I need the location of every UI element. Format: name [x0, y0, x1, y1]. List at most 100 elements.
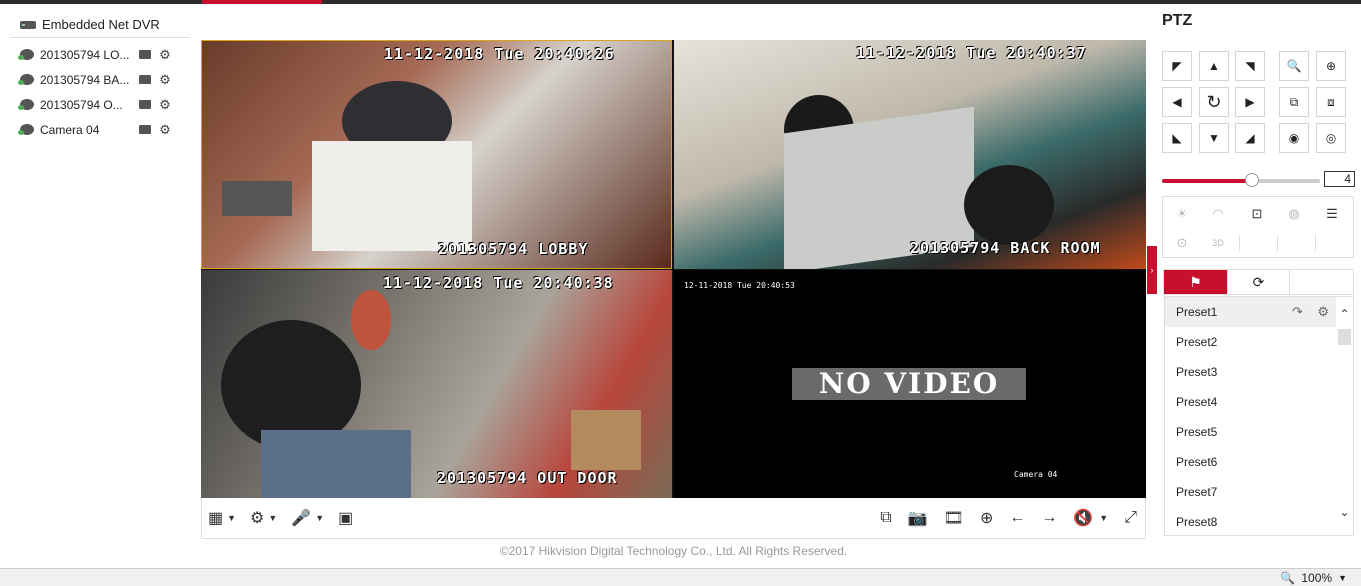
zoom-icon: 🔍 — [1280, 571, 1296, 585]
arrow-up-left-icon: ◤ — [1172, 59, 1182, 73]
zoom-control[interactable]: 🔍 100% ▼ — [1280, 571, 1347, 585]
iris-open-button[interactable]: ◉ — [1279, 123, 1309, 153]
manual-tracking-icon[interactable]: ⊙ — [1163, 228, 1201, 258]
osd-timestamp: 11-12-2018 Tue 20:40:38 — [383, 274, 614, 292]
wiper-icon[interactable]: ◠ — [1199, 199, 1237, 229]
ptz-speed-value: 4 — [1324, 171, 1355, 187]
chevron-down-icon[interactable]: ▼ — [315, 513, 324, 523]
menu-icon[interactable]: ☰ — [1313, 199, 1351, 229]
ptz-down-left-button[interactable]: ◣ — [1162, 123, 1192, 153]
ptz-up-left-button[interactable]: ◤ — [1162, 51, 1192, 81]
preset-item[interactable]: Preset8 — [1165, 507, 1337, 535]
record-icon[interactable] — [138, 124, 152, 136]
preset-item[interactable]: Preset1 ↷ ⚙ — [1165, 297, 1337, 327]
3d-zoom-icon[interactable]: 3D — [1199, 228, 1237, 258]
camera-label: Camera 04 — [40, 122, 100, 137]
tab-preset[interactable]: ⚑ — [1164, 270, 1227, 294]
preset-item[interactable]: Preset4 — [1165, 387, 1337, 417]
ptz-right-button[interactable]: ▶ — [1235, 87, 1265, 117]
ptz-control-icon[interactable]: ⚙ — [250, 507, 264, 529]
camera-item-1[interactable]: 201305794 LO... ⚙ — [10, 42, 190, 67]
no-video-label: NO VIDEO — [792, 368, 1026, 400]
video-tile-lobby[interactable]: 11-12-2018 Tue 20:40:26 201305794 LOBBY — [201, 40, 672, 269]
preset-item[interactable]: Preset3 — [1165, 357, 1337, 387]
zoom-in-icon: ⊕ — [1325, 59, 1337, 73]
camera-label: 201305794 LO... — [40, 47, 130, 62]
ptz-icon[interactable]: ⚙ — [158, 47, 172, 62]
osd-camera-name: 201305794 OUT DOOR — [437, 469, 618, 487]
light-icon[interactable]: ☀ — [1163, 199, 1201, 229]
preset-label: Preset7 — [1176, 485, 1218, 499]
arrow-left-icon: ◀ — [1172, 95, 1182, 109]
camera-item-4[interactable]: Camera 04 ⚙ — [10, 117, 190, 142]
record-icon[interactable] — [138, 49, 152, 61]
video-tile-camera-04[interactable]: 12-11-2018 Tue 20:40:53 NO VIDEO Camera … — [674, 270, 1146, 498]
picture-in-picture-icon[interactable]: ▣ — [338, 507, 353, 529]
window-layout-icon[interactable]: ▦ — [208, 507, 223, 529]
ptz-up-button[interactable]: ▲ — [1199, 51, 1229, 81]
chevron-down-icon[interactable]: ▼ — [1099, 513, 1108, 523]
tab-pattern[interactable] — [1290, 270, 1353, 294]
preset-label: Preset3 — [1176, 365, 1218, 379]
preset-list: Preset1 ↷ ⚙ Preset2 Preset3 Preset4 Pres… — [1164, 296, 1354, 536]
zoom-in-button[interactable]: ⊕ — [1316, 51, 1346, 81]
zoom-out-button[interactable]: 🔍 — [1279, 51, 1309, 81]
slider-handle[interactable] — [1245, 173, 1260, 187]
camera-item-3[interactable]: 201305794 O... ⚙ — [10, 92, 190, 117]
ptz-down-right-button[interactable]: ◢ — [1235, 123, 1265, 153]
video-tile-out-door[interactable]: 11-12-2018 Tue 20:40:38 201305794 OUT DO… — [201, 270, 672, 498]
lens-initialize-icon[interactable]: ◍ — [1275, 199, 1313, 229]
mute-icon[interactable]: 🔇 — [1073, 507, 1093, 529]
dvr-device-shape — [222, 181, 292, 216]
preset-item[interactable]: Preset2 — [1165, 327, 1337, 357]
previous-page-icon[interactable]: ← — [1009, 507, 1025, 529]
ptz-up-right-button[interactable]: ◥ — [1235, 51, 1265, 81]
one-touch-focus-icon[interactable]: ⊡ — [1238, 199, 1276, 229]
chevron-down-icon[interactable]: ▼ — [1338, 573, 1347, 583]
call-preset-icon[interactable]: ↷ — [1292, 304, 1303, 319]
tab-patrol[interactable]: ⟳ — [1227, 270, 1290, 294]
record-icon[interactable] — [138, 99, 152, 111]
stop-all-icon[interactable]: ⧉ — [880, 507, 891, 529]
focus-near-button[interactable]: ⧉ — [1279, 87, 1309, 117]
chevron-down-icon[interactable]: ⌄ — [1338, 505, 1351, 519]
slider-fill — [1162, 179, 1253, 183]
ptz-icon[interactable]: ⚙ — [158, 97, 172, 112]
ptz-left-button[interactable]: ◀ — [1162, 87, 1192, 117]
chevron-down-icon[interactable]: ▼ — [227, 513, 236, 523]
gear-icon[interactable]: ⚙ — [1317, 304, 1329, 319]
tree-root-dvr[interactable]: Embedded Net DVR — [10, 12, 190, 38]
collapse-panel-handle[interactable]: › — [1147, 246, 1157, 294]
microphone-icon[interactable]: 🎤 — [291, 507, 311, 529]
patrol-icon: ⟳ — [1252, 273, 1265, 290]
camera-item-2[interactable]: 201305794 BA... ⚙ — [10, 67, 190, 92]
iris-close-icon: ◎ — [1325, 131, 1337, 145]
ptz-speed-slider[interactable] — [1162, 173, 1320, 187]
ptz-icon[interactable]: ⚙ — [158, 72, 172, 87]
ptz-icon[interactable]: ⚙ — [158, 122, 172, 137]
record-icon[interactable]: 🎞 — [944, 507, 964, 529]
video-tile-back-room[interactable]: 11-12-2018 Tue 20:40:37 201305794 BACK R… — [674, 40, 1146, 269]
focus-far-button[interactable]: ⧈ — [1316, 87, 1346, 117]
capture-icon[interactable]: 📷 — [908, 507, 928, 529]
digital-zoom-icon[interactable]: ⊕ — [980, 507, 993, 529]
chevron-up-icon[interactable]: ⌃ — [1338, 307, 1351, 321]
camera-icon — [18, 74, 34, 85]
osd-timestamp: 11-12-2018 Tue 20:40:37 — [856, 44, 1087, 62]
fullscreen-icon[interactable]: ⤢ — [1124, 507, 1137, 529]
preset-scrollbar[interactable]: ⌃ ⌄ — [1336, 297, 1353, 535]
ptz-auto-button[interactable]: ↻ — [1199, 87, 1229, 117]
record-icon[interactable] — [138, 74, 152, 86]
preset-item[interactable]: Preset5 — [1165, 417, 1337, 447]
chevron-down-icon[interactable]: ▼ — [268, 513, 277, 523]
live-view-toolbar: ▦ ▼ ⚙ ▼ 🎤 ▼ ▣ ⧉ 📷 🎞 ⊕ ← → 🔇 ▼ ⤢ — [201, 498, 1146, 539]
next-page-icon[interactable]: → — [1041, 507, 1057, 529]
preset-item[interactable]: Preset7 — [1165, 477, 1337, 507]
preset-item[interactable]: Preset6 — [1165, 447, 1337, 477]
scrollbar-thumb[interactable] — [1338, 329, 1351, 345]
iris-close-button[interactable]: ◎ — [1316, 123, 1346, 153]
preset-actions: ↷ ⚙ — [1292, 297, 1329, 327]
active-tab-indicator — [202, 0, 322, 4]
ptz-down-button[interactable]: ▼ — [1199, 123, 1229, 153]
device-tree: Embedded Net DVR 201305794 LO... ⚙ 20130… — [10, 12, 190, 142]
